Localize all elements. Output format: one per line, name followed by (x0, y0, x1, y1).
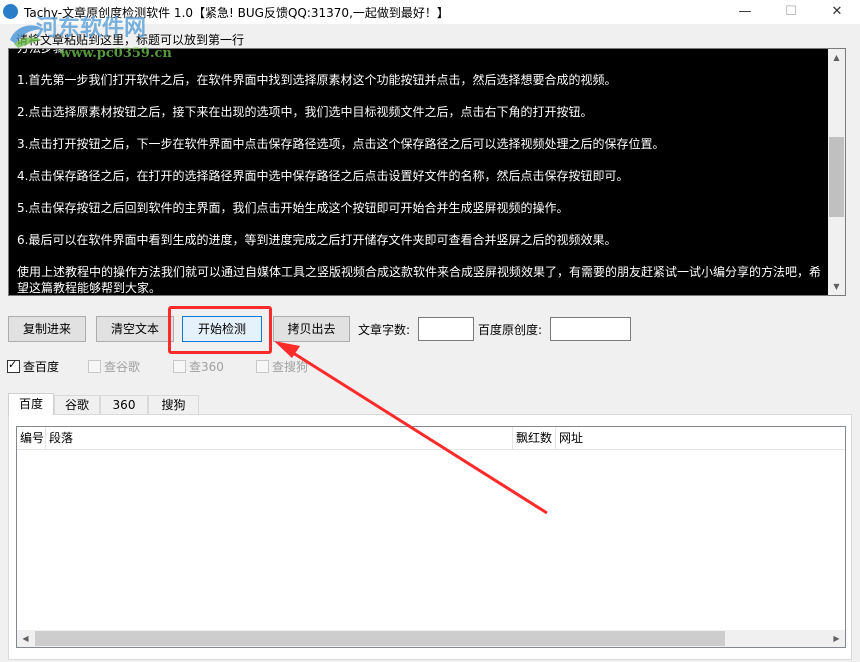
textarea-scrollbar[interactable]: ▲ ▼ (828, 49, 845, 295)
scrollbar-thumb[interactable] (829, 137, 844, 217)
tab-360[interactable]: 360 (100, 395, 148, 414)
highlight-box (168, 306, 272, 354)
article-paragraph: 5.点击保存按钮之后回到软件的主界面，我们点击开始生成这个按钮即可开始合并生成竖… (17, 201, 569, 215)
check-sogou-checkbox[interactable]: 查搜狗 (256, 358, 308, 375)
column-header-paragraph[interactable]: 段落 (46, 427, 513, 449)
checkmark-icon: ✓ (8, 358, 18, 371)
checkbox-label: 查谷歌 (104, 360, 141, 374)
originality-field[interactable] (550, 317, 631, 341)
clear-text-button[interactable]: 清空文本 (96, 316, 174, 342)
article-textarea[interactable]: 方法步骤 1.首先第一步我们打开软件之后，在软件界面中找到选择原素材这个功能按钮… (8, 48, 846, 296)
scroll-down-icon[interactable]: ▼ (828, 278, 845, 295)
tab-google[interactable]: 谷歌 (54, 395, 100, 414)
check-baidu-checkbox[interactable]: ✓ 查百度 (7, 358, 59, 375)
article-text: 方法步骤 1.首先第一步我们打开软件之后，在软件界面中找到选择原素材这个功能按钮… (17, 49, 827, 295)
scroll-left-icon[interactable]: ◀ (17, 630, 34, 647)
scrollbar-thumb[interactable] (35, 631, 725, 646)
table-header: 编号 段落 飘红数 网址 (17, 427, 845, 450)
article-paragraph: 使用上述教程中的操作方法我们就可以通过自媒体工具之竖版视频合成这款软件来合成竖屏… (17, 265, 822, 295)
article-paragraph: 2.点击选择原素材按钮之后，接下来在出现的选项中，我们选中目标视频文件之后，点击… (17, 105, 593, 119)
word-count-label: 文章字数: (358, 323, 411, 337)
checkbox-icon[interactable] (173, 360, 186, 373)
app-icon (3, 4, 18, 19)
originality-label: 百度原创度: (478, 323, 543, 337)
check-google-checkbox[interactable]: 查谷歌 (88, 358, 140, 375)
minimize-button[interactable]: — (722, 0, 768, 24)
checkbox-icon[interactable]: ✓ (7, 358, 20, 373)
checkbox-icon[interactable] (256, 360, 269, 373)
results-table[interactable]: 编号 段落 飘红数 网址 ◀ ▶ (16, 426, 846, 648)
column-header-number[interactable]: 编号 (17, 427, 46, 449)
copy-in-button[interactable]: 复制进来 (8, 316, 86, 342)
tab-baidu[interactable]: 百度 (8, 393, 54, 415)
watermark-site-url: www.pc0359.cn (60, 46, 172, 61)
checkbox-icon[interactable] (88, 360, 101, 373)
column-header-red-count[interactable]: 飘红数 (513, 427, 556, 449)
article-paragraph: 3.点击打开按钮之后，下一步在软件界面中点击保存路径选项，点击这个保存路径之后可… (17, 137, 665, 151)
article-paragraph: 6.最后可以在软件界面中看到生成的进度，等到进度完成之后打开储存文件夹即可查看合… (17, 233, 617, 247)
check-360-checkbox[interactable]: 查360 (173, 358, 224, 375)
article-paragraph: 1.首先第一步我们打开软件之后，在软件界面中找到选择原素材这个功能按钮并点击，然… (17, 73, 617, 87)
checkbox-label: 查百度 (23, 360, 60, 374)
word-count-field[interactable] (418, 317, 474, 341)
scroll-up-icon[interactable]: ▲ (828, 49, 845, 66)
tab-sogou[interactable]: 搜狗 (148, 395, 199, 414)
watermark-site-name: 河东软件网 (36, 15, 147, 41)
column-header-url[interactable]: 网址 (556, 427, 845, 449)
checkbox-label: 查搜狗 (272, 360, 309, 374)
article-paragraph: 4.点击保存路径之后，在打开的选择路径界面中选中保存路径之后点击设置好文件的名称… (17, 169, 629, 183)
scroll-right-icon[interactable]: ▶ (828, 630, 845, 647)
copy-out-button[interactable]: 拷贝出去 (273, 316, 350, 342)
maximize-button[interactable]: ☐ (768, 0, 814, 24)
table-horizontal-scrollbar[interactable]: ◀ ▶ (17, 630, 845, 647)
checkbox-label: 查360 (189, 360, 224, 374)
close-button[interactable]: ✕ (814, 0, 860, 24)
